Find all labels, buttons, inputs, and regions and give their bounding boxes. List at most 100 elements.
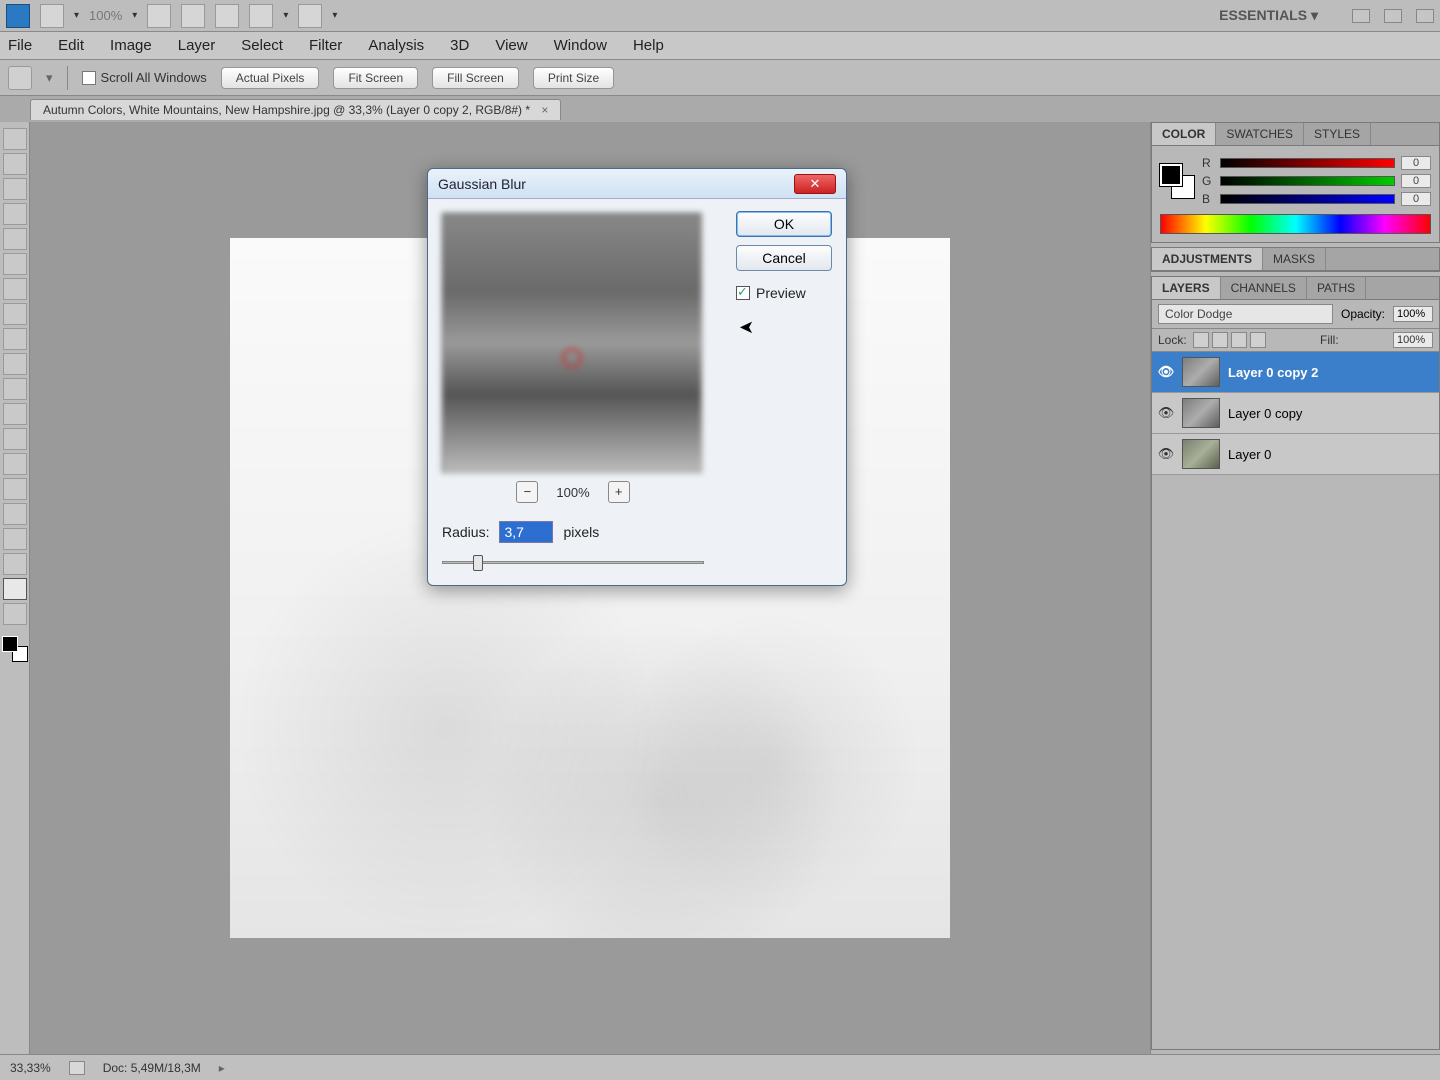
move-tool-icon[interactable] <box>3 128 27 150</box>
g-value[interactable]: 0 <box>1401 174 1431 188</box>
quick-arrange-icon[interactable] <box>40 4 64 28</box>
preview-checkbox-wrap[interactable]: Preview <box>736 285 832 301</box>
fg-bg-swatch[interactable] <box>2 636 28 662</box>
dodge-tool-icon[interactable] <box>3 428 27 450</box>
lasso-tool-icon[interactable] <box>3 178 27 200</box>
layer-thumbnail[interactable] <box>1182 357 1220 387</box>
menu-3d[interactable]: 3D <box>450 37 469 54</box>
fill-input[interactable]: 100% <box>1393 332 1433 348</box>
zoom-in-button[interactable]: + <box>608 481 630 503</box>
screen-mode-icon[interactable] <box>249 4 273 28</box>
blend-mode-select[interactable]: Color Dodge <box>1158 304 1333 324</box>
visibility-icon[interactable]: 👁 <box>1158 405 1174 421</box>
r-value[interactable]: 0 <box>1401 156 1431 170</box>
layer-row[interactable]: 👁 Layer 0 copy <box>1152 393 1439 434</box>
top-zoom-level[interactable]: 100% <box>89 8 122 23</box>
tab-color[interactable]: COLOR <box>1152 123 1216 145</box>
chevron-down-icon[interactable]: ▾ <box>74 10 79 21</box>
minimize-icon[interactable] <box>1352 9 1370 23</box>
wand-tool-icon[interactable] <box>3 203 27 225</box>
crop-tool-icon[interactable] <box>3 228 27 250</box>
menu-window[interactable]: Window <box>554 37 607 54</box>
arrange-icon[interactable] <box>298 4 322 28</box>
tab-paths[interactable]: PATHS <box>1307 277 1366 299</box>
blur-tool-icon[interactable] <box>3 403 27 425</box>
layer-row[interactable]: 👁 Layer 0 <box>1152 434 1439 475</box>
radius-slider[interactable] <box>442 553 704 571</box>
path-tool-icon[interactable] <box>3 503 27 525</box>
lock-transparency-icon[interactable] <box>1193 332 1209 348</box>
radius-input[interactable]: 3,7 <box>499 521 553 543</box>
fill-screen-button[interactable]: Fill Screen <box>432 67 519 89</box>
g-slider[interactable] <box>1220 176 1395 186</box>
3d-tool-icon[interactable] <box>3 553 27 575</box>
chevron-down-icon[interactable]: ▾ <box>283 10 288 21</box>
tab-adjustments[interactable]: ADJUSTMENTS <box>1152 248 1263 270</box>
actual-pixels-button[interactable]: Actual Pixels <box>221 67 320 89</box>
brush-tool-icon[interactable] <box>3 278 27 300</box>
dialog-title-bar[interactable]: Gaussian Blur ✕ <box>428 169 846 199</box>
tab-layers[interactable]: LAYERS <box>1152 277 1221 299</box>
filter-preview[interactable] <box>442 213 702 473</box>
print-size-button[interactable]: Print Size <box>533 67 614 89</box>
lock-position-icon[interactable] <box>1231 332 1247 348</box>
workspace-switcher[interactable]: ESSENTIALS ▾ <box>1219 7 1338 24</box>
scroll-all-checkbox-wrap[interactable]: Scroll All Windows <box>82 70 207 85</box>
menu-help[interactable]: Help <box>633 37 664 54</box>
lock-pixels-icon[interactable] <box>1212 332 1228 348</box>
rotate-view-icon[interactable] <box>181 4 205 28</box>
zoom-tool-icon[interactable] <box>3 603 27 625</box>
menu-layer[interactable]: Layer <box>178 37 216 54</box>
slider-thumb-icon[interactable] <box>473 555 483 571</box>
fg-swatch-icon[interactable] <box>1160 164 1182 186</box>
tab-channels[interactable]: CHANNELS <box>1221 277 1307 299</box>
chevron-down-icon[interactable]: ▾ <box>332 10 337 21</box>
menu-view[interactable]: View <box>495 37 527 54</box>
cancel-button[interactable]: Cancel <box>736 245 832 271</box>
menu-edit[interactable]: Edit <box>58 37 84 54</box>
color-spectrum[interactable] <box>1160 214 1431 234</box>
chevron-right-icon[interactable]: ▸ <box>219 1061 225 1075</box>
chevron-down-icon[interactable]: ▾ <box>132 10 137 21</box>
close-icon[interactable] <box>1416 9 1434 23</box>
stamp-tool-icon[interactable] <box>3 303 27 325</box>
close-icon[interactable]: ✕ <box>794 174 836 194</box>
b-slider[interactable] <box>1220 194 1395 204</box>
zoom-tool-icon[interactable] <box>215 4 239 28</box>
opacity-input[interactable]: 100% <box>1393 306 1433 322</box>
menu-filter[interactable]: Filter <box>309 37 342 54</box>
hand-tool-icon[interactable] <box>3 578 27 600</box>
tab-styles[interactable]: STYLES <box>1304 123 1371 145</box>
ok-button[interactable]: OK <box>736 211 832 237</box>
tab-masks[interactable]: MASKS <box>1263 248 1326 270</box>
history-brush-tool-icon[interactable] <box>3 328 27 350</box>
tab-swatches[interactable]: SWATCHES <box>1216 123 1304 145</box>
gradient-tool-icon[interactable] <box>3 378 27 400</box>
shape-tool-icon[interactable] <box>3 528 27 550</box>
status-zoom[interactable]: 33,33% <box>10 1061 51 1075</box>
type-tool-icon[interactable] <box>3 478 27 500</box>
hand-icon[interactable] <box>147 4 171 28</box>
layer-row[interactable]: 👁 Layer 0 copy 2 <box>1152 352 1439 393</box>
color-swatch-fgbg[interactable] <box>1160 164 1194 198</box>
visibility-icon[interactable]: 👁 <box>1158 364 1174 380</box>
fg-color-swatch[interactable] <box>2 636 18 652</box>
document-tab[interactable]: Autumn Colors, White Mountains, New Hamp… <box>30 99 561 120</box>
b-value[interactable]: 0 <box>1401 192 1431 206</box>
restore-icon[interactable] <box>1384 9 1402 23</box>
checkbox-icon[interactable] <box>736 286 750 300</box>
checkbox-icon[interactable] <box>82 71 96 85</box>
zoom-out-button[interactable]: − <box>516 481 538 503</box>
menu-image[interactable]: Image <box>110 37 152 54</box>
layer-thumbnail[interactable] <box>1182 439 1220 469</box>
eyedropper-tool-icon[interactable] <box>3 253 27 275</box>
fit-screen-button[interactable]: Fit Screen <box>333 67 418 89</box>
layer-thumbnail[interactable] <box>1182 398 1220 428</box>
marquee-tool-icon[interactable] <box>3 153 27 175</box>
current-tool-icon[interactable] <box>8 66 32 90</box>
menu-analysis[interactable]: Analysis <box>368 37 424 54</box>
visibility-icon[interactable]: 👁 <box>1158 446 1174 462</box>
pen-tool-icon[interactable] <box>3 453 27 475</box>
r-slider[interactable] <box>1220 158 1395 168</box>
eraser-tool-icon[interactable] <box>3 353 27 375</box>
